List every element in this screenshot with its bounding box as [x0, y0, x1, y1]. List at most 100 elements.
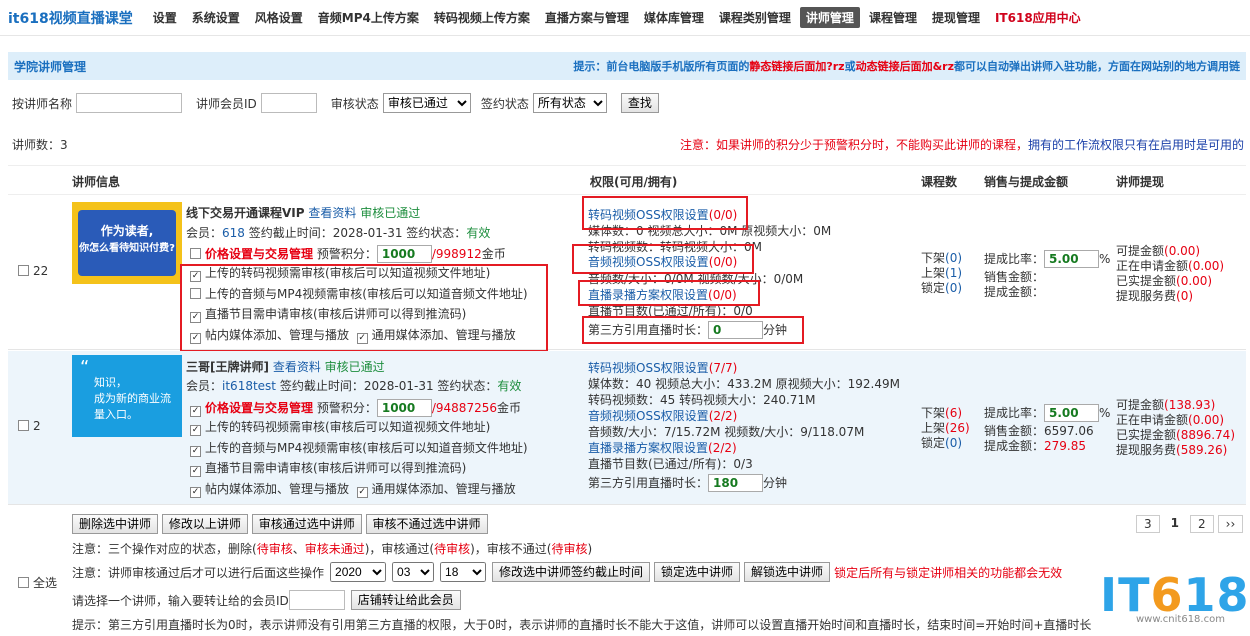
- logo-url: www.cnit618.com: [1136, 614, 1225, 625]
- view-profile-link[interactable]: 查看资料: [273, 360, 321, 374]
- row-checkbox[interactable]: [18, 420, 29, 431]
- third-party-minutes-input[interactable]: 180: [708, 474, 764, 492]
- third-party-label: 第三方引用直播时长：: [588, 476, 709, 490]
- lecturer-name: 线下交易开通课程VIP: [186, 206, 305, 220]
- status-note: 注意：三个操作对应的状态，删除(待审核、审核未通过)，审核通过(待审核)，审核不…: [72, 540, 592, 557]
- page-link-3[interactable]: 3: [1136, 515, 1160, 533]
- note-part: 审核未通过: [304, 542, 365, 556]
- top-nav: it618视频直播课堂 设置 系统设置 风格设置 音频MP4上传方案 转码视频上…: [0, 0, 1250, 36]
- member-link[interactable]: it618test: [222, 379, 276, 393]
- nav-audio-mp4[interactable]: 音频MP4上传方案: [312, 7, 425, 28]
- nav-lecturer-management[interactable]: 讲师管理: [799, 7, 860, 28]
- checkbox-icon[interactable]: ✓: [190, 425, 201, 436]
- contract-status: 有效: [466, 226, 491, 240]
- row-select[interactable]: 22: [18, 264, 48, 279]
- page-link-2[interactable]: 2: [1190, 515, 1214, 533]
- nav-app-center[interactable]: IT618应用中心: [989, 7, 1087, 28]
- note-part: 待审核: [434, 542, 471, 556]
- price-checkbox[interactable]: ✓: [190, 406, 201, 417]
- row-select[interactable]: 2: [18, 419, 41, 434]
- col-permissions: 权限(可用/拥有): [590, 175, 678, 189]
- note-part: 、: [292, 542, 305, 556]
- nav-course-category[interactable]: 课程类别管理: [713, 7, 797, 28]
- col-sales: 销售与提成金额: [984, 175, 1069, 189]
- table-row: 2 “ 知识， 成为新的商业流量入口。 三哥[王牌讲师] 查看资料 审核已通过 …: [8, 351, 1246, 505]
- bulk-actions: 全选 删除选中讲师 修改以上讲师 审核通过选中讲师 审核不通过选中讲师 注意：三…: [8, 506, 1246, 636]
- price-checkbox[interactable]: [190, 248, 201, 259]
- year-select[interactable]: 2020: [330, 562, 387, 582]
- pagination: 3 1 2 ››: [1136, 515, 1244, 533]
- audio-stats: 音频数/大小：7/15.72M 视频数/大小：9/118.07M: [588, 425, 865, 439]
- offline-count[interactable]: (0): [945, 251, 962, 265]
- row-checkbox[interactable]: [18, 265, 29, 276]
- nav-settings[interactable]: 设置: [147, 7, 183, 28]
- table-row: 22 作为读者, 你怎么看待知识付费? 线下交易开通课程VIP 查看资料 审核已…: [8, 196, 1246, 352]
- day-select[interactable]: 18: [440, 562, 487, 582]
- page-title: 学院讲师管理: [14, 59, 87, 74]
- next-page-icon[interactable]: ››: [1217, 515, 1244, 533]
- warn-points-input[interactable]: 1000: [376, 245, 432, 263]
- view-profile-link[interactable]: 查看资料: [308, 206, 356, 220]
- unlock-selected-button[interactable]: 解锁选中讲师: [744, 562, 831, 582]
- locked-count[interactable]: (0): [945, 436, 962, 450]
- note-part: 拥有的工作流权限只有在启用时是可用的: [1027, 138, 1244, 152]
- withdrawable-amount: (138.93): [1164, 398, 1216, 412]
- nav-system-settings[interactable]: 系统设置: [186, 7, 246, 28]
- course-thumbnail[interactable]: “ 知识， 成为新的商业流量入口。: [72, 355, 182, 437]
- online-count[interactable]: (1): [945, 266, 962, 280]
- note-part: )，审核通过(: [364, 542, 435, 556]
- reject-selected-button[interactable]: 审核不通过选中讲师: [365, 514, 488, 534]
- lock-selected-button[interactable]: 锁定选中讲师: [654, 562, 741, 582]
- live-plan-link[interactable]: 直播录播方案权限设置: [588, 441, 708, 455]
- price-settings-link[interactable]: 价格设置与交易管理: [205, 401, 313, 415]
- month-select[interactable]: 03: [392, 562, 435, 582]
- media-stats: 媒体数：40 视频总大小：433.2M 原视频大小：192.49M: [588, 377, 900, 391]
- update-expire-button[interactable]: 修改选中讲师签约截止时间: [492, 562, 651, 582]
- delete-selected-button[interactable]: 删除选中讲师: [72, 514, 159, 534]
- hint-part: 或: [844, 60, 856, 73]
- applying-label: 正在申请金额: [1116, 413, 1189, 427]
- nav-media-library[interactable]: 媒体库管理: [638, 7, 710, 28]
- lecturer-name-input[interactable]: [76, 93, 183, 113]
- audit-status-select[interactable]: 审核已通过: [382, 93, 471, 113]
- rate-unit: %: [1099, 406, 1111, 420]
- commission-rate-input[interactable]: 5.00: [1044, 404, 1100, 422]
- nav-course-management[interactable]: 课程管理: [863, 7, 923, 28]
- contract-status-select[interactable]: 所有状态: [532, 93, 607, 113]
- transfer-shop-button[interactable]: 店铺转让给此会员: [350, 590, 461, 610]
- live-stats: 直播节目数(已通过/所有)：0/3: [588, 457, 753, 471]
- hint-part: 动态链接后面加&rz: [855, 60, 954, 73]
- approve-selected-button[interactable]: 审核通过选中讲师: [251, 514, 362, 534]
- col-info: 讲师信息: [72, 175, 121, 189]
- nav-style-settings[interactable]: 风格设置: [249, 7, 309, 28]
- quote-icon: “: [80, 357, 90, 378]
- checkbox-icon[interactable]: ✓: [190, 446, 201, 457]
- highlight-box: [582, 196, 748, 230]
- locked-count[interactable]: (0): [945, 281, 962, 295]
- member-link[interactable]: 618: [222, 226, 245, 240]
- nav-transcode-video[interactable]: 转码视频上传方案: [428, 7, 536, 28]
- warn-points-input[interactable]: 1000: [376, 399, 432, 417]
- commission-rate-input[interactable]: 5.00: [1044, 250, 1100, 268]
- offline-count[interactable]: (6): [945, 406, 962, 420]
- transfer-member-input[interactable]: [288, 590, 345, 610]
- brand-title[interactable]: it618视频直播课堂: [8, 8, 133, 28]
- nav-withdraw-management[interactable]: 提现管理: [926, 7, 986, 28]
- price-settings-link[interactable]: 价格设置与交易管理: [205, 247, 313, 261]
- transcode-oss-link[interactable]: 转码视频OSS权限设置: [588, 361, 709, 375]
- checkbox-icon[interactable]: ✓: [190, 487, 201, 498]
- edit-lecturers-button[interactable]: 修改以上讲师: [161, 514, 248, 534]
- checkbox-icon[interactable]: ✓: [356, 487, 368, 498]
- course-thumbnail[interactable]: 作为读者, 你怎么看待知识付费?: [72, 202, 182, 284]
- member-id-input[interactable]: [260, 93, 317, 113]
- select-all-checkbox[interactable]: [18, 577, 29, 588]
- points-unit: 金币: [481, 247, 506, 261]
- nav-live-plan[interactable]: 直播方案与管理: [539, 7, 635, 28]
- commission-label: 提成金额：: [984, 439, 1045, 453]
- online-count[interactable]: (26): [945, 421, 970, 435]
- locked-label: 锁定: [921, 281, 946, 295]
- audit-label: 审核状态: [330, 96, 379, 111]
- audio-oss-link[interactable]: 音频视频OSS权限设置: [588, 409, 709, 423]
- checkbox-icon[interactable]: ✓: [190, 466, 201, 477]
- search-button[interactable]: 查找: [620, 93, 659, 113]
